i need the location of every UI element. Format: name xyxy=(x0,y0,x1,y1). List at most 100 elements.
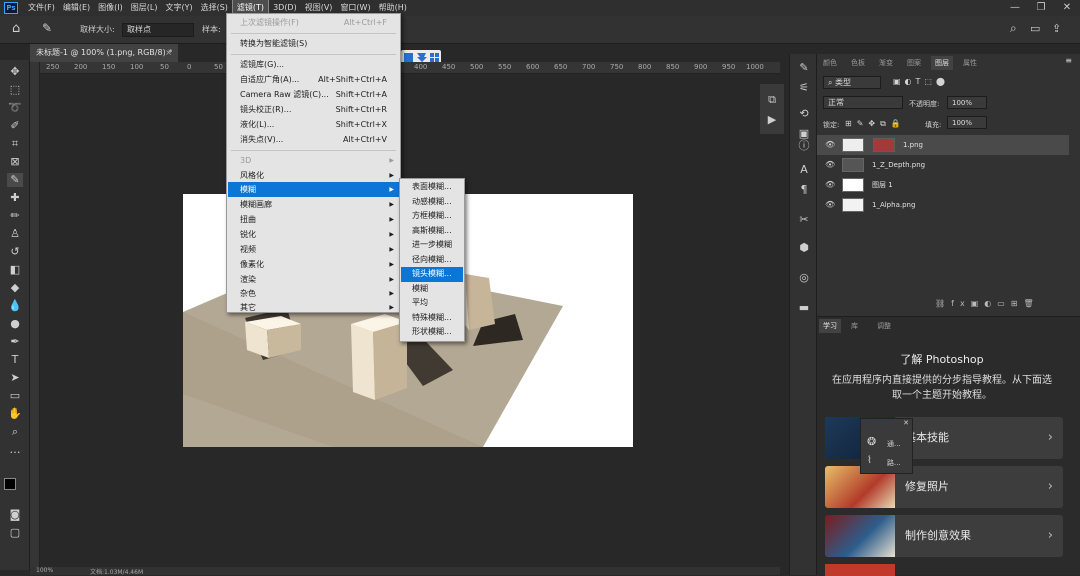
menu-item-convert-smart[interactable]: 转换为智能滤镜(S) xyxy=(228,36,399,51)
menu-item-video[interactable]: 视频 ▶ xyxy=(228,242,399,257)
type-tool-icon[interactable]: T xyxy=(7,353,23,367)
channels-icon[interactable]: ❂ xyxy=(867,435,876,448)
lock-icons[interactable]: ⊞✎✥⧉🔒 xyxy=(845,119,906,129)
layer-row[interactable]: 👁 1_Z_Depth.png xyxy=(817,155,1069,175)
menu-type[interactable]: 文字(Y) xyxy=(161,0,196,16)
submenu-item-smart-blur[interactable]: 特殊模糊... xyxy=(401,311,463,326)
foreground-color-swatch[interactable] xyxy=(4,478,16,490)
eraser-tool-icon[interactable]: ◧ xyxy=(7,263,23,277)
visibility-eye-icon[interactable]: 👁 xyxy=(825,195,835,215)
layer-filter-icons[interactable]: ▣◐T⬚⬤ xyxy=(893,77,949,86)
more-tools-icon[interactable]: … xyxy=(7,443,23,457)
visibility-eye-icon[interactable]: 👁 xyxy=(825,155,835,175)
blur-tool-icon[interactable]: 💧 xyxy=(7,299,23,313)
dodge-tool-icon[interactable]: ● xyxy=(7,317,23,331)
path-select-icon[interactable]: ➤ xyxy=(7,371,23,385)
character-icon[interactable]: A xyxy=(796,162,812,178)
timeline-icon[interactable]: ▬ xyxy=(796,300,812,316)
share-icon[interactable]: ⇪ xyxy=(1052,22,1061,35)
move-tool-icon[interactable]: ✥ xyxy=(7,65,23,79)
menu-item-blur[interactable]: 模糊 ▶ xyxy=(228,182,399,197)
tools-options-icon[interactable]: ✂ xyxy=(796,212,812,228)
submenu-item-average[interactable]: 平均 xyxy=(401,296,463,311)
paths-icon[interactable]: ⌇ xyxy=(867,455,872,466)
menu-item-other[interactable]: 其它 ▶ xyxy=(228,300,399,315)
history-brush-icon[interactable]: ↺ xyxy=(7,245,23,259)
layer-row[interactable]: 👁 图层 1 xyxy=(817,175,1069,195)
rectangle-tool-icon[interactable]: ▭ xyxy=(7,389,23,403)
marquee-tool-icon[interactable]: ⬚ xyxy=(7,83,23,97)
menu-item-blur-gallery[interactable]: 模糊画廊 ▶ xyxy=(228,197,399,212)
menu-item-render[interactable]: 渲染 ▶ xyxy=(228,272,399,287)
tab-libraries[interactable]: 库 xyxy=(847,319,862,333)
mini-panel-item[interactable]: 通... xyxy=(887,439,901,449)
menu-item-lens-correction[interactable]: 镜头校正(R)... Shift+Ctrl+R xyxy=(228,102,399,117)
workspace-icon[interactable]: ▭ xyxy=(1030,22,1040,35)
fill-field[interactable]: 100% xyxy=(947,116,987,129)
menu-item-distort[interactable]: 扭曲 ▶ xyxy=(228,212,399,227)
lasso-tool-icon[interactable]: ➰ xyxy=(7,101,23,115)
menu-item-camera-raw[interactable]: Camera Raw 滤镜(C)... Shift+Ctrl+A xyxy=(228,87,399,102)
opacity-field[interactable]: 100% xyxy=(947,96,987,109)
quick-select-tool-icon[interactable]: ✐ xyxy=(7,119,23,133)
tab-color[interactable]: 颜色 xyxy=(819,56,841,70)
navigator-icon[interactable]: ◎ xyxy=(796,270,812,286)
crop-tool-icon[interactable]: ⌗ xyxy=(7,137,23,151)
brush-settings-icon[interactable]: ✎ xyxy=(796,60,812,76)
document-tab[interactable]: 未标题-1 @ 100% (1.png, RGB/8) * × xyxy=(30,44,178,62)
frame-tool-icon[interactable]: ⊠ xyxy=(7,155,23,169)
menu-item-vanishing-point[interactable]: 消失点(V)... Alt+Ctrl+V xyxy=(228,132,399,147)
blend-mode-select[interactable]: 正常 xyxy=(823,96,903,109)
search-icon[interactable]: ⌕ xyxy=(1010,21,1017,36)
tab-layers[interactable]: 图层 xyxy=(931,56,953,70)
close-icon[interactable]: ✕ xyxy=(903,419,909,427)
submenu-item-motion-blur[interactable]: 动感模糊... xyxy=(401,195,463,210)
submenu-item-radial-blur[interactable]: 径向模糊... xyxy=(401,253,463,268)
info-icon[interactable]: ⓘ xyxy=(796,138,812,154)
healing-brush-icon[interactable]: ✚ xyxy=(7,191,23,205)
menu-edit[interactable]: 编辑(E) xyxy=(59,0,94,16)
layer-kind-filter[interactable]: ⌕ 类型 xyxy=(823,76,881,89)
panel-menu-icon[interactable]: ≡ xyxy=(1065,56,1072,65)
tab-close-icon[interactable]: × xyxy=(165,44,172,62)
layer-actions-icons[interactable]: ⛓fx▣◐▭⊞🗑 xyxy=(935,299,1040,308)
clone-stamp-icon[interactable]: ♙ xyxy=(7,227,23,241)
paragraph-icon[interactable]: ¶ xyxy=(796,182,812,198)
hand-tool-icon[interactable]: ✋ xyxy=(7,407,23,421)
brush-tool-icon[interactable]: ✏ xyxy=(7,209,23,223)
layer-row[interactable]: 👁 1.png xyxy=(817,135,1069,155)
paint-bucket-icon[interactable]: ◆ xyxy=(7,281,23,295)
menu-item-stylize[interactable]: 风格化 ▶ xyxy=(228,168,399,183)
history-icon[interactable]: ⟲ xyxy=(796,106,812,122)
panel-toggle-icon[interactable]: ⧉ xyxy=(764,92,780,108)
pen-tool-icon[interactable]: ✒ xyxy=(7,335,23,349)
menu-item-filter-gallery[interactable]: 滤镜库(G)... xyxy=(228,57,399,72)
minimize-icon[interactable]: — xyxy=(1002,0,1028,16)
tab-learn[interactable]: 学习 xyxy=(819,319,841,333)
eyedropper-tool-icon[interactable]: ✎ xyxy=(42,21,52,35)
menu-item-noise[interactable]: 杂色 ▶ xyxy=(228,286,399,301)
learn-card-creative[interactable]: 制作创意效果 › xyxy=(825,515,1063,557)
menu-item-pixelate[interactable]: 像素化 ▶ xyxy=(228,257,399,272)
eyedropper-icon[interactable]: ✎ xyxy=(7,173,23,187)
menu-file[interactable]: 文件(F) xyxy=(24,0,59,16)
menu-item-liquify[interactable]: 液化(L)... Shift+Ctrl+X xyxy=(228,117,399,132)
submenu-item-shape-blur[interactable]: 形状模糊... xyxy=(401,325,463,340)
menu-layer[interactable]: 图层(L) xyxy=(127,0,162,16)
submenu-item-box-blur[interactable]: 方框模糊... xyxy=(401,209,463,224)
submenu-item-blur-more[interactable]: 进一步模糊 xyxy=(401,238,463,253)
tab-properties[interactable]: 属性 xyxy=(959,56,981,70)
mini-panel-item[interactable]: 路... xyxy=(887,458,901,468)
sample-size-select[interactable]: 取样点 xyxy=(122,23,194,37)
tab-patterns[interactable]: 图案 xyxy=(903,56,925,70)
zoom-tool-icon[interactable]: ⌕ xyxy=(7,425,23,439)
layer-row[interactable]: 👁 1_Alpha.png xyxy=(817,195,1069,215)
restore-icon[interactable]: ❐ xyxy=(1028,0,1054,16)
tab-gradients[interactable]: 渐变 xyxy=(875,56,897,70)
menu-item-adaptive-wide[interactable]: 自适应广角(A)... Alt+Shift+Ctrl+A xyxy=(228,72,399,87)
tab-swatches[interactable]: 色板 xyxy=(847,56,869,70)
submenu-item-lens-blur[interactable]: 镜头模糊... xyxy=(401,267,463,282)
screen-mode-icon[interactable]: ▢ xyxy=(7,526,23,540)
tab-adjustments[interactable]: 调整 xyxy=(873,319,895,333)
submenu-item-gaussian-blur[interactable]: 高斯模糊... xyxy=(401,224,463,239)
